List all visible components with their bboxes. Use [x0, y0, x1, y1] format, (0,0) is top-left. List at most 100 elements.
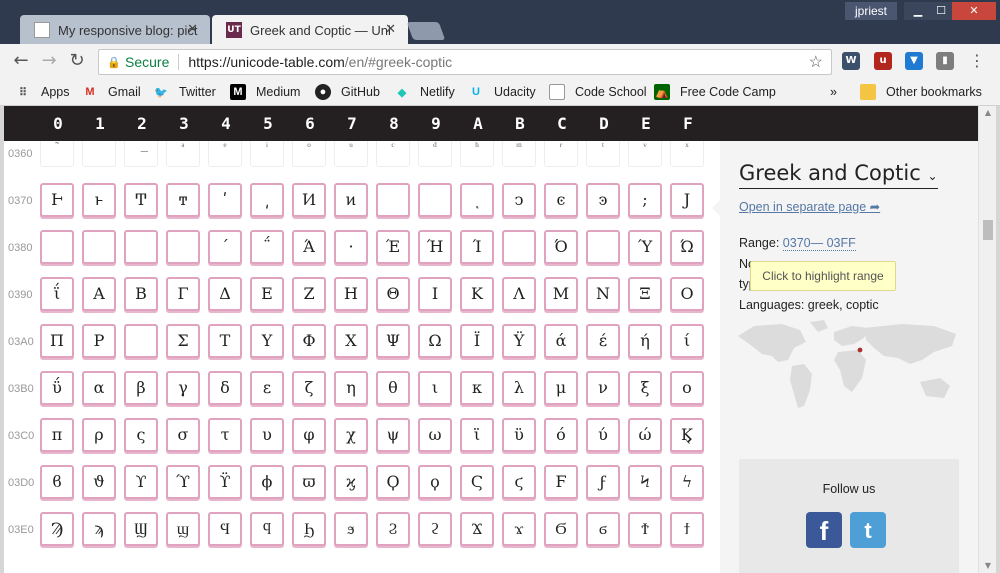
- facebook-icon[interactable]: f: [806, 512, 842, 548]
- char-cell[interactable]: Ό: [544, 230, 578, 264]
- char-cell[interactable]: Ι: [418, 277, 452, 311]
- char-cell[interactable]: β: [124, 371, 158, 405]
- char-cell[interactable]: ο: [670, 371, 704, 405]
- close-tab-icon[interactable]: ✕: [385, 22, 396, 37]
- char-cell[interactable]: Β: [124, 277, 158, 311]
- char-cell[interactable]: ϓ: [166, 465, 200, 499]
- char-cell[interactable]: γ: [166, 371, 200, 405]
- tab-greek-coptic[interactable]: UT Greek and Coptic — Unic ✕: [212, 15, 408, 45]
- char-cell[interactable]: ϣ: [166, 512, 200, 546]
- address-bar[interactable]: 🔒 Secure https://unicode-table.com /en/#…: [98, 49, 832, 75]
- char-cell[interactable]: ϡ: [82, 512, 116, 546]
- char-cell[interactable]: ϑ: [82, 465, 116, 499]
- char-cell[interactable]: ͼ: [544, 183, 578, 217]
- reload-icon[interactable]: ↻: [66, 50, 88, 72]
- scrollbar-thumb[interactable]: [983, 220, 993, 240]
- char-cell[interactable]: ϙ: [418, 465, 452, 499]
- char-cell[interactable]: ͂: [40, 141, 74, 167]
- extension-shield-icon[interactable]: ▼: [905, 52, 923, 70]
- bookmarks-overflow-button[interactable]: »: [830, 83, 837, 101]
- char-cell[interactable]: ͧ: [334, 141, 368, 167]
- char-cell[interactable]: Λ: [502, 277, 536, 311]
- char-cell[interactable]: ϕ: [250, 465, 284, 499]
- block-title[interactable]: Greek and Coptic ⌄: [739, 161, 938, 189]
- char-cell[interactable]: ϒ: [124, 465, 158, 499]
- maximize-button[interactable]: ☐: [927, 2, 955, 20]
- char-cell[interactable]: ω: [418, 418, 452, 452]
- char-cell[interactable]: Η: [334, 277, 368, 311]
- char-cell[interactable]: ͤ: [208, 141, 242, 167]
- char-cell[interactable]: π: [40, 418, 74, 452]
- char-cell[interactable]: Ϥ: [208, 512, 242, 546]
- page-scrollbar[interactable]: ▲ ▼: [978, 106, 996, 573]
- char-cell[interactable]: Ϟ: [628, 465, 662, 499]
- char-cell[interactable]: ͟: [124, 141, 158, 167]
- char-cell[interactable]: ύ: [586, 418, 620, 452]
- bookmark-udacity[interactable]: U Udacity: [468, 83, 536, 101]
- char-cell[interactable]: ͳ: [166, 183, 200, 217]
- char-cell[interactable]: Ϊ: [460, 324, 494, 358]
- char-cell[interactable]: ϥ: [250, 512, 284, 546]
- char-cell[interactable]: ͫ: [502, 141, 536, 167]
- bookmark-medium[interactable]: M Medium: [230, 83, 300, 101]
- char-cell[interactable]: Ϡ: [40, 512, 74, 546]
- char-cell[interactable]: Ζ: [292, 277, 326, 311]
- char-cell[interactable]: Π: [40, 324, 74, 358]
- char-cell[interactable]: Α: [82, 277, 116, 311]
- char-cell[interactable]: ν: [586, 371, 620, 405]
- char-cell[interactable]: η: [334, 371, 368, 405]
- char-cell[interactable]: ϗ: [334, 465, 368, 499]
- bookmark-star-icon[interactable]: ☆: [809, 52, 823, 72]
- char-cell[interactable]: ͪ: [460, 141, 494, 167]
- char-cell[interactable]: Ί: [460, 230, 494, 264]
- char-cell[interactable]: ή: [628, 324, 662, 358]
- char-cell[interactable]: ϔ: [208, 465, 242, 499]
- char-cell[interactable]: ͮ: [628, 141, 662, 167]
- char-cell[interactable]: ϐ: [40, 465, 74, 499]
- empty-char-cell[interactable]: [418, 183, 452, 217]
- char-cell[interactable]: Ϙ: [376, 465, 410, 499]
- char-cell[interactable]: Ϧ: [292, 512, 326, 546]
- empty-char-cell[interactable]: [586, 230, 620, 264]
- char-cell[interactable]: μ: [544, 371, 578, 405]
- char-cell[interactable]: κ: [460, 371, 494, 405]
- char-cell[interactable]: φ: [292, 418, 326, 452]
- char-cell[interactable]: ϩ: [418, 512, 452, 546]
- char-cell[interactable]: Φ: [292, 324, 326, 358]
- char-cell[interactable]: ε: [250, 371, 284, 405]
- range-value[interactable]: 0370— 03FF: [782, 236, 856, 251]
- char-cell[interactable]: Ο: [670, 277, 704, 311]
- char-cell[interactable]: ͨ: [376, 141, 410, 167]
- char-cell[interactable]: ΰ: [40, 371, 74, 405]
- char-cell[interactable]: Ͳ: [124, 183, 158, 217]
- char-cell[interactable]: ϖ: [292, 465, 326, 499]
- char-cell[interactable]: Ρ: [82, 324, 116, 358]
- char-cell[interactable]: δ: [208, 371, 242, 405]
- char-cell[interactable]: Ϫ: [460, 512, 494, 546]
- bookmark-github[interactable]: ● GitHub: [315, 83, 380, 101]
- open-separate-page-link[interactable]: Open in separate page ➦: [739, 199, 880, 214]
- char-cell[interactable]: χ: [334, 418, 368, 452]
- char-cell[interactable]: ι: [418, 371, 452, 405]
- char-cell[interactable]: ά: [544, 324, 578, 358]
- char-cell[interactable]: ϯ: [670, 512, 704, 546]
- forward-icon[interactable]: →: [38, 50, 60, 72]
- char-cell[interactable]: Τ: [208, 324, 242, 358]
- char-cell[interactable]: ϊ: [460, 418, 494, 452]
- char-cell[interactable]: ;: [628, 183, 662, 217]
- char-cell[interactable]: Υ: [250, 324, 284, 358]
- char-cell[interactable]: Ͷ: [292, 183, 326, 217]
- char-cell[interactable]: ΐ: [40, 277, 74, 311]
- char-cell[interactable]: Ͱ: [40, 183, 74, 217]
- twitter-icon[interactable]: t: [850, 512, 886, 548]
- char-cell[interactable]: ϝ: [586, 465, 620, 499]
- char-cell[interactable]: ͱ: [82, 183, 116, 217]
- char-cell[interactable]: ϭ: [586, 512, 620, 546]
- extension-pages-icon[interactable]: ▮: [936, 52, 954, 70]
- char-cell[interactable]: Μ: [544, 277, 578, 311]
- char-cell[interactable]: Ω: [418, 324, 452, 358]
- bookmark-twitter[interactable]: 🐦 Twitter: [153, 83, 216, 101]
- scroll-down-icon[interactable]: ▼: [983, 561, 993, 570]
- bookmark-code-school[interactable]: Code School: [549, 83, 647, 101]
- char-cell[interactable]: Κ: [460, 277, 494, 311]
